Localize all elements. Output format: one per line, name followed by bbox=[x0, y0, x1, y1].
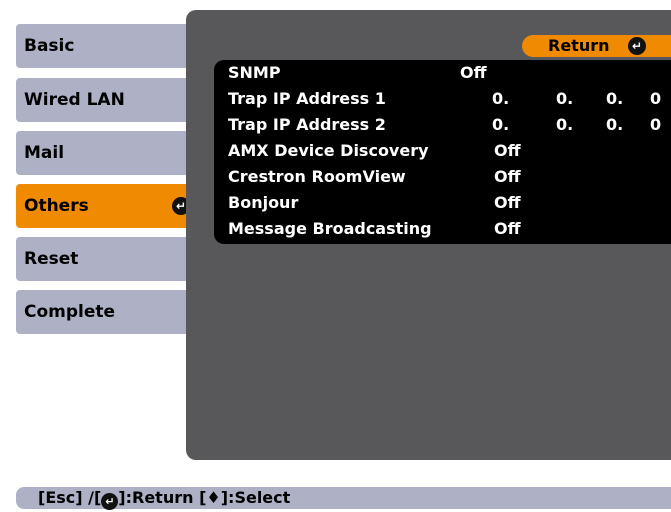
menu-item-label: Wired LAN bbox=[24, 90, 125, 110]
menu-item-label: Mail bbox=[24, 143, 65, 163]
menu-item-wired-lan[interactable]: Wired LAN bbox=[16, 78, 200, 122]
setting-row-bonjour[interactable]: Bonjour Off bbox=[214, 190, 671, 216]
setting-label: Message Broadcasting bbox=[228, 219, 432, 238]
menu-item-label: Others bbox=[24, 196, 89, 216]
setting-row-crestron[interactable]: Crestron RoomView Off bbox=[214, 164, 671, 190]
enter-icon: ↵ bbox=[101, 493, 119, 510]
return-button-label: Return bbox=[548, 36, 610, 55]
ip-octet[interactable]: 0. bbox=[492, 112, 509, 138]
ip-octet[interactable]: 0. bbox=[556, 86, 573, 112]
setting-value: Off bbox=[494, 141, 521, 160]
setting-value: Off bbox=[494, 193, 521, 212]
setting-value: Off bbox=[494, 167, 521, 186]
setting-label: Bonjour bbox=[228, 193, 299, 212]
setting-label: Trap IP Address 2 bbox=[228, 115, 386, 134]
menu-item-label: Reset bbox=[24, 249, 79, 269]
settings-list: SNMP Off Trap IP Address 1 0. 0. 0. 0 Tr… bbox=[214, 60, 671, 244]
return-button[interactable]: Return ↵ bbox=[522, 35, 671, 57]
ip-octet[interactable]: 0 bbox=[650, 86, 661, 112]
menu-item-others[interactable]: Others ↵ bbox=[16, 184, 200, 228]
setting-row-message-broadcasting[interactable]: Message Broadcasting Off bbox=[214, 216, 671, 242]
menu-item-reset[interactable]: Reset bbox=[16, 237, 200, 281]
ip-octet[interactable]: 0. bbox=[606, 112, 623, 138]
status-text: [Esc] /[ bbox=[38, 488, 102, 507]
status-bar: [Esc] /[↵]:Return [♦]:Select bbox=[16, 487, 671, 510]
status-text: ]:Return [♦]:Select bbox=[118, 488, 291, 507]
menu-item-label: Complete bbox=[24, 302, 116, 322]
setting-value: Off bbox=[494, 219, 521, 238]
setting-row-amx[interactable]: AMX Device Discovery Off bbox=[214, 138, 671, 164]
ip-octet[interactable]: 0. bbox=[492, 86, 509, 112]
setting-label: SNMP bbox=[228, 63, 281, 82]
ip-octet[interactable]: 0. bbox=[556, 112, 573, 138]
setting-row-snmp[interactable]: SNMP Off bbox=[214, 60, 671, 86]
setting-value: Off bbox=[460, 63, 487, 82]
setting-label: Trap IP Address 1 bbox=[228, 89, 386, 108]
ip-octet[interactable]: 0. bbox=[606, 86, 623, 112]
menu-item-complete[interactable]: Complete bbox=[16, 290, 200, 334]
menu-item-mail[interactable]: Mail bbox=[16, 131, 200, 175]
setting-row-trap-ip-1[interactable]: Trap IP Address 1 0. 0. 0. 0 bbox=[214, 86, 671, 112]
setting-label: AMX Device Discovery bbox=[228, 141, 429, 160]
setting-label: Crestron RoomView bbox=[228, 167, 406, 186]
menu-item-label: Basic bbox=[24, 36, 75, 56]
ip-octet[interactable]: 0 bbox=[650, 112, 661, 138]
menu-item-basic[interactable]: Basic bbox=[16, 24, 200, 68]
setting-row-trap-ip-2[interactable]: Trap IP Address 2 0. 0. 0. 0 bbox=[214, 112, 671, 138]
enter-icon: ↵ bbox=[628, 37, 646, 55]
